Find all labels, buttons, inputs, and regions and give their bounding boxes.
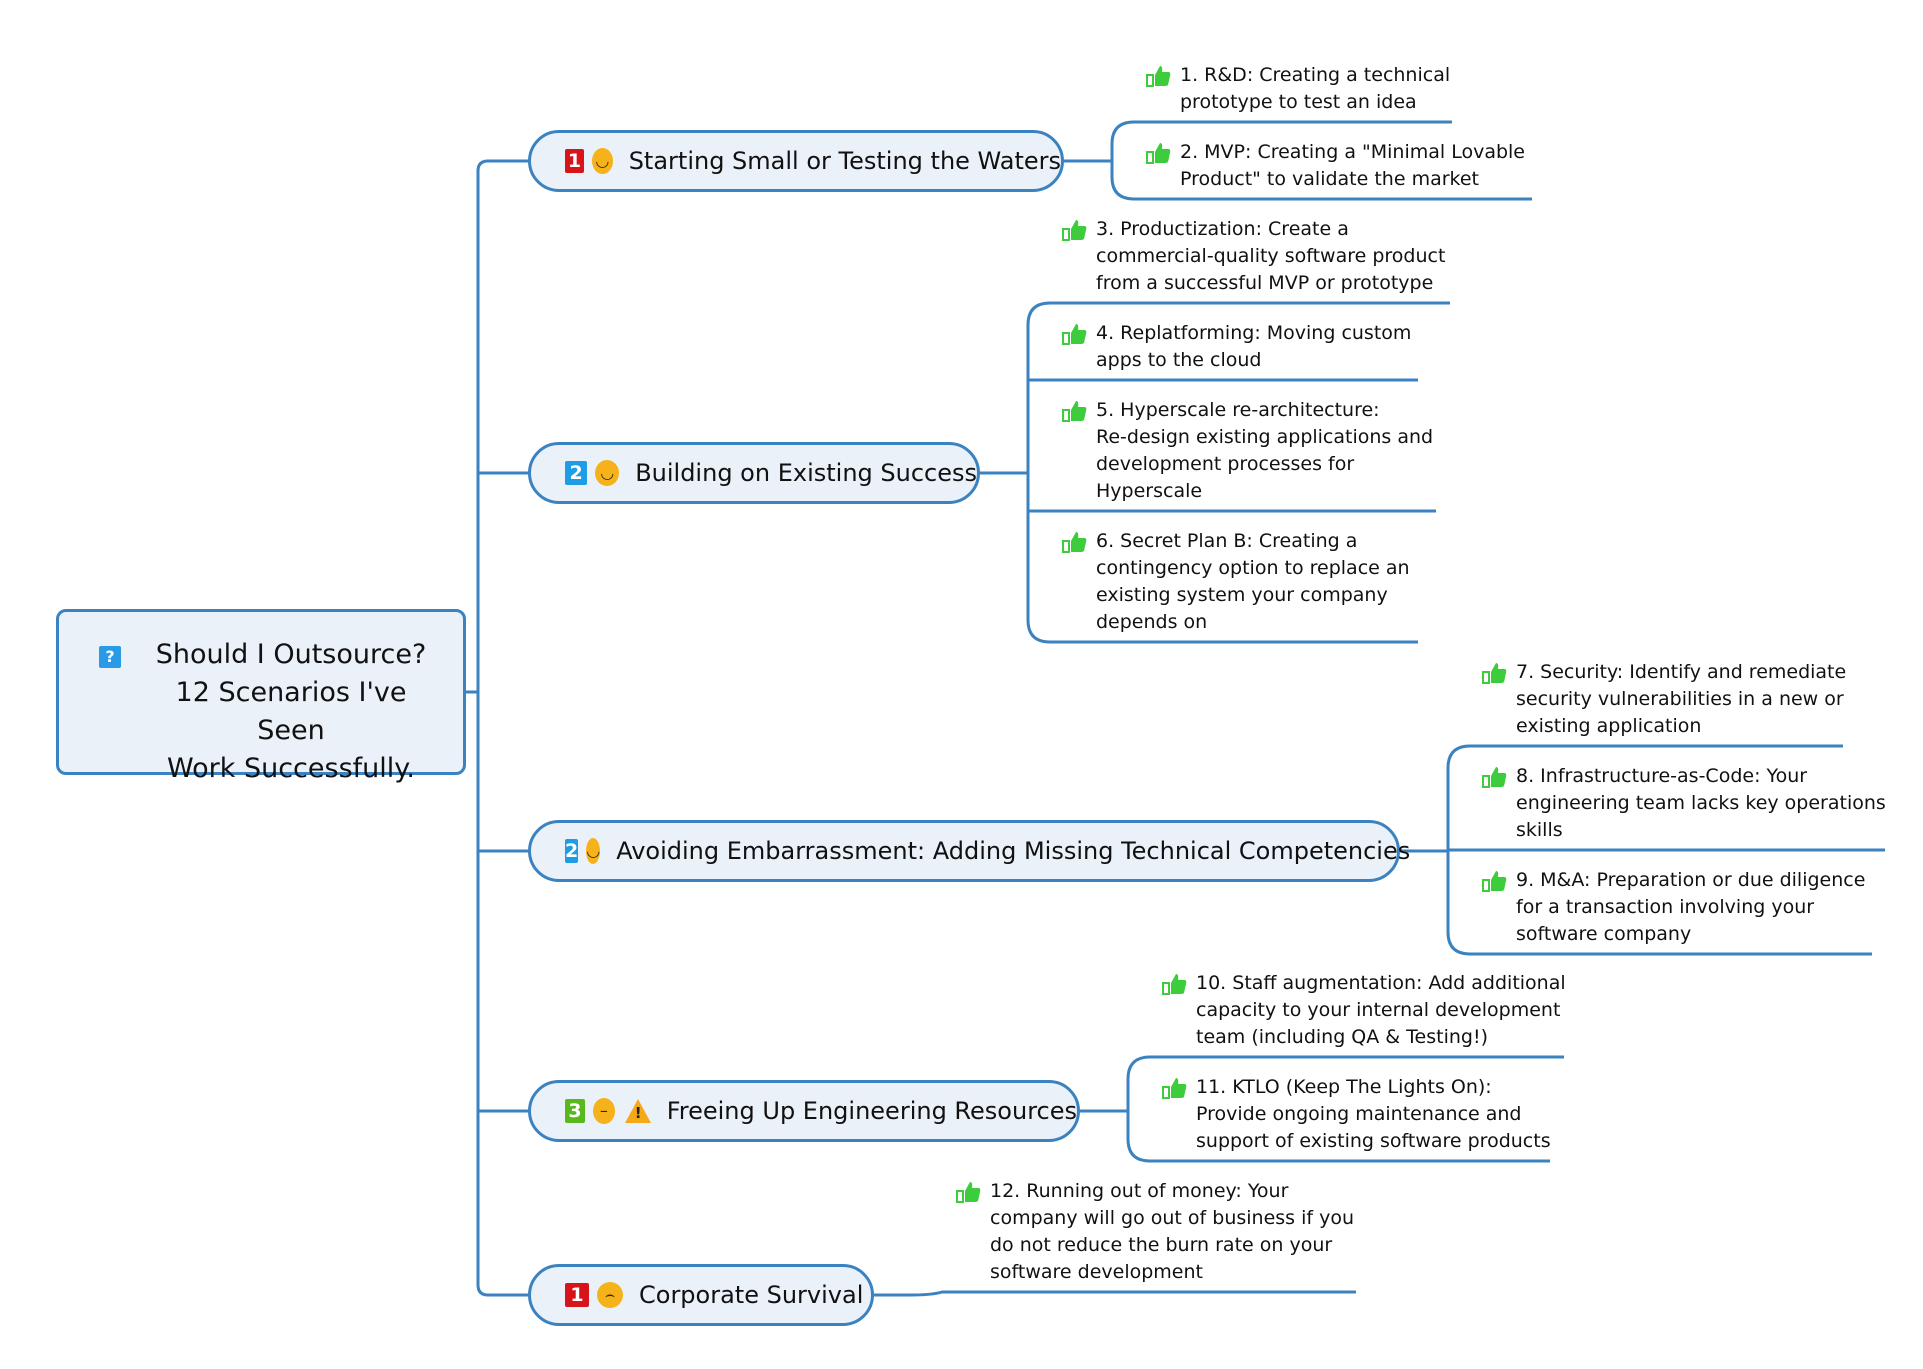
topic-label: Starting Small or Testing the Waters (628, 147, 1061, 175)
subtopic-text-line: engineering team lacks key operations (1516, 792, 1886, 814)
subtopic-text-line: 10. Staff augmentation: Add additional (1196, 972, 1566, 994)
thumbs-up-icon (1162, 974, 1187, 995)
subtopic-text-line: 12. Running out of money: Your (990, 1180, 1289, 1202)
subtopic-text-line: for a transaction involving your (1516, 896, 1815, 918)
subtopic-leaf[interactable]: 3. Productization: Create a commercial-qu… (1062, 216, 1445, 297)
subtopic-text-line: 7. Security: Identify and remediate (1516, 661, 1847, 683)
subtopic-text-line: 2. MVP: Creating a "Minimal Lovable (1180, 141, 1525, 163)
subtopic-text-line: 5. Hyperscale re-architecture: (1096, 399, 1380, 421)
central-topic-line: Work Successfully. (167, 753, 415, 784)
subtopic-text-line: security vulnerabilities in a new or (1516, 688, 1844, 710)
subtopic-leaf[interactable]: 6. Secret Plan B: Creating a contingency … (1062, 528, 1410, 636)
subtopic-text-line: company will go out of business if you (990, 1207, 1355, 1229)
subtopic-leaf[interactable]: 5. Hyperscale re-architecture: Re-design … (1062, 397, 1433, 505)
central-topic[interactable]: ? Should I Outsource? 12 Scenarios I've … (56, 609, 466, 784)
subtopic-text-line: software development (990, 1261, 1203, 1283)
smile-face-icon: ◡ (586, 838, 601, 864)
priority-1-icon: 1 (565, 1283, 589, 1307)
priority-2-icon: 2 (565, 839, 579, 863)
subtopic-text-line: Provide ongoing maintenance and (1196, 1103, 1522, 1125)
branch-line (476, 159, 528, 172)
subtopic-text-line: commercial-quality software product (1096, 245, 1446, 267)
branch-line (476, 1284, 528, 1297)
warning-icon: ! (624, 1099, 651, 1123)
topic-node[interactable]: 2 ◡ Building on Existing Success (528, 442, 980, 504)
thumbs-up-icon (1146, 143, 1171, 164)
subtopic-text-line: 11. KTLO (Keep The Lights On): (1196, 1076, 1492, 1098)
subtopic-text-line: existing system your company (1096, 584, 1388, 606)
topic-node[interactable]: 3–! Freeing Up Engineering Resources (528, 1080, 1080, 1142)
subtopic-text-line: Re-design existing applications and (1096, 426, 1434, 448)
topic-node[interactable]: 1 ⌢ Corporate Survival (528, 1264, 874, 1326)
topic-label: Building on Existing Success (635, 459, 977, 487)
subtopic-text-line: do not reduce the burn rate on your (990, 1234, 1333, 1256)
subtopic-text-line: existing application (1516, 715, 1702, 737)
central-topic-line: 12 Scenarios I've Seen (175, 677, 407, 746)
subtopic-text-line: 4. Replatforming: Moving custom (1096, 322, 1412, 344)
subtopic-text-line: 1. R&D: Creating a technical (1180, 64, 1451, 86)
neutral-face-icon: – (593, 1098, 615, 1124)
thumbs-up-icon (956, 1182, 981, 1203)
subtopic-text-line: apps to the cloud (1096, 349, 1262, 371)
thumbs-up-icon (1162, 1078, 1187, 1099)
subtopic-text-line: 9. M&A: Preparation or due diligence (1516, 869, 1866, 891)
central-topic-text: Should I Outsource? 12 Scenarios I've Se… (139, 636, 443, 788)
subtopic-text-line: software company (1516, 923, 1692, 945)
topic-label: Corporate Survival (639, 1281, 864, 1309)
thumbs-up-icon (1062, 324, 1087, 345)
topic-label: Freeing Up Engineering Resources (666, 1097, 1077, 1125)
thumbs-up-icon (1062, 401, 1087, 422)
subtopic-text-line: Hyperscale (1096, 480, 1203, 502)
thumbs-up-icon (1062, 220, 1087, 241)
subtopic-leaf[interactable]: 2. MVP: Creating a "Minimal Lovable Produ… (1146, 139, 1525, 193)
subtopic-text-line: team (including QA & Testing!) (1196, 1026, 1488, 1048)
subtopic-text-line: depends on (1096, 611, 1208, 633)
subtopic-text-line: capacity to your internal development (1196, 999, 1561, 1021)
subtopic-text-line: contingency option to replace an (1096, 557, 1410, 579)
subtopic-leaf[interactable]: 12. Running out of money: Your company wi… (956, 1178, 1354, 1286)
subtopic-text-line: skills (1516, 819, 1563, 841)
subtopic-leaf[interactable]: 10. Staff augmentation: Add additional ca… (1162, 970, 1566, 1051)
subtopic-text-line: Product" to validate the market (1180, 168, 1480, 190)
subtopic-text-line: support of existing software products (1196, 1130, 1551, 1152)
topic-label: Avoiding Embarrassment: Adding Missing T… (616, 837, 1411, 865)
subtopic-leaf[interactable]: 4. Replatforming: Moving custom apps to t… (1062, 320, 1411, 374)
subtopic-leaf[interactable]: 7. Security: Identify and remediate secur… (1482, 659, 1846, 740)
leaf-bracket (1110, 120, 1146, 201)
priority-2-icon: 2 (565, 461, 588, 485)
smile-face-icon: ◡ (592, 148, 613, 174)
priority-1-icon: 1 (565, 149, 585, 173)
leaf-bracket (1026, 301, 1062, 644)
subtopic-leaf[interactable]: 11. KTLO (Keep The Lights On): Provide on… (1162, 1074, 1551, 1155)
subtopic-text-line: 3. Productization: Create a (1096, 218, 1349, 240)
topic-node[interactable]: 1 ◡ Starting Small or Testing the Waters (528, 130, 1064, 192)
subtopic-text-line: development processes for (1096, 453, 1355, 475)
priority-3-icon: 3 (565, 1099, 586, 1123)
thumbs-up-icon (1482, 767, 1507, 788)
leaf-bracket (1126, 1055, 1162, 1163)
subtopic-text-line: 8. Infrastructure-as-Code: Your (1516, 765, 1808, 787)
sad-face-icon: ⌢ (597, 1282, 623, 1308)
subtopic-leaf[interactable]: 8. Infrastructure-as-Code: Your engineeri… (1482, 763, 1886, 844)
question-icon: ? (99, 646, 121, 668)
central-topic-line: Should I Outsource? (155, 639, 427, 670)
subtopic-text-line: 6. Secret Plan B: Creating a (1096, 530, 1358, 552)
topic-node[interactable]: 2 ◡ Avoiding Embarrassment: Adding Missing… (528, 820, 1410, 882)
subtopic-leaf[interactable]: 1. R&D: Creating a technical prototype to… (1146, 62, 1450, 116)
thumbs-up-icon (1482, 663, 1507, 684)
subtopic-text-line: from a successful MVP or prototype (1096, 272, 1434, 294)
smile-face-icon: ◡ (595, 460, 620, 486)
subtopic-leaf[interactable]: 9. M&A: Preparation or due diligence for … (1482, 867, 1865, 948)
leaf-connector (874, 1290, 956, 1297)
thumbs-up-icon (1482, 871, 1507, 892)
thumbs-up-icon (1146, 66, 1171, 87)
thumbs-up-icon (1062, 532, 1087, 553)
subtopic-text-line: prototype to test an idea (1180, 91, 1417, 113)
